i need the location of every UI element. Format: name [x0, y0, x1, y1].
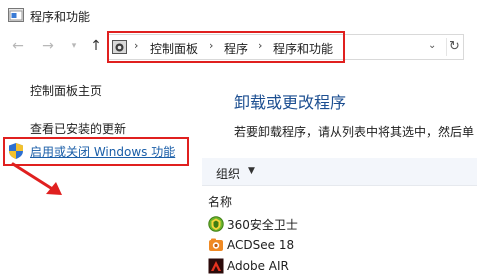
organize-dropdown-icon[interactable]: ▼	[248, 166, 255, 176]
address-history-chevron-icon[interactable]: ⌄	[428, 40, 436, 51]
forward-arrow-icon[interactable]: →	[40, 38, 56, 54]
list-item[interactable]: Adobe AIR	[208, 256, 289, 276]
address-highlight-box	[107, 31, 345, 63]
program-name: Adobe AIR	[227, 259, 289, 273]
acdsee-icon	[209, 238, 223, 251]
program-name: 360安全卫士	[227, 217, 298, 232]
column-header-name[interactable]: 名称	[208, 193, 232, 210]
red-arrow-icon	[11, 162, 62, 195]
refresh-icon[interactable]: ↻	[446, 38, 462, 56]
list-item[interactable]: 360安全卫士	[208, 214, 298, 234]
list-item[interactable]: ACDSee 18	[208, 235, 294, 255]
program-name: ACDSee 18	[227, 238, 295, 252]
window-title: 程序和功能	[30, 10, 91, 24]
title-bar: 程序和功能	[0, 0, 477, 30]
up-arrow-icon[interactable]: ↑	[88, 38, 104, 54]
sidebar-link-installed-updates[interactable]: 查看已安装的更新	[30, 120, 126, 137]
page-description: 若要卸载程序，请从列表中将其选中，然后单	[234, 125, 475, 139]
programs-icon	[8, 8, 24, 22]
recent-locations-chevron-icon[interactable]: ▾	[68, 38, 80, 54]
sidebar-link-control-panel-home[interactable]: 控制面板主页	[30, 82, 102, 99]
360-safe-icon	[208, 216, 224, 232]
adobe-air-icon	[208, 258, 224, 274]
back-arrow-icon[interactable]: ←	[10, 38, 26, 54]
command-toolbar: 组织 ▼	[202, 158, 477, 186]
page-heading: 卸载或更改程序	[234, 93, 347, 112]
organize-button[interactable]: 组织	[216, 165, 240, 182]
